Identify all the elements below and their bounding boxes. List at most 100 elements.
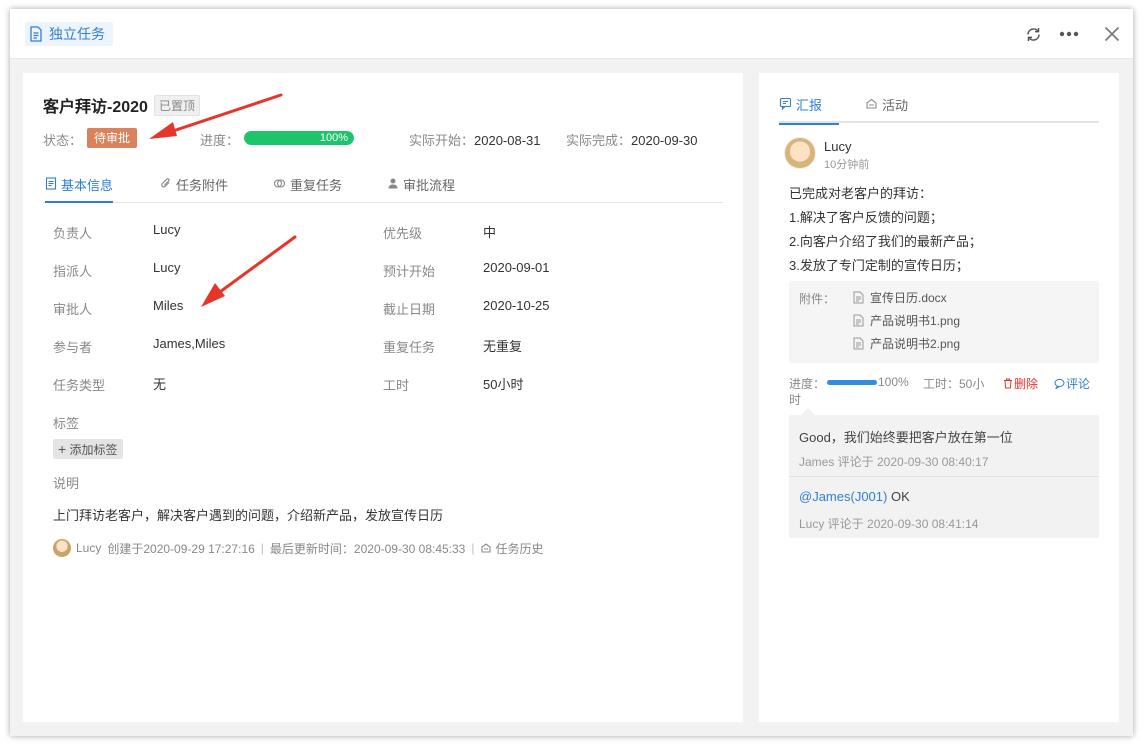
add-tag-label: 添加标签 [69,443,118,457]
actual-end: 实际完成：2020-09-30 [566,130,698,149]
assigner-label: 指派人 [53,264,93,279]
hours-value[interactable]: 50小时 [483,374,523,393]
tab-report-label: 汇报 [796,98,823,113]
close-icon[interactable] [1101,23,1123,45]
actual-end-label: 实际完成： [566,133,632,148]
tab-repeat-label: 重复任务 [290,178,343,193]
created-time: 创建于2020-09-29 17:27:16 [107,541,255,556]
progress-bar: 100% [244,131,354,145]
task-detail-window: 独立任务 客户拜访-2020 已置顶 状态： 待审批 进度： 100% 实际开始… [10,9,1133,736]
delete-button[interactable]: 删除 [1003,375,1038,392]
report-meta: 进度： 100% 工时：50小 时 删除 评论 [789,373,1099,409]
report-icon [779,97,792,110]
separator: | [471,541,475,555]
add-tag-button[interactable]: + 添加标签 [53,439,123,459]
planned-start-value[interactable]: 2020-09-01 [483,260,550,275]
comment-icon [1054,378,1065,389]
comment-button[interactable]: 评论 [1054,375,1090,392]
report-time: 10分钟前 [824,159,870,171]
comment-label: 评论 [1066,377,1091,391]
title-row: 客户拜访-2020 已置顶 [43,93,200,117]
task-history-link[interactable]: 任务历史 [480,540,544,557]
task-info-panel: 客户拜访-2020 已置顶 状态： 待审批 进度： 100% 实际开始：2020… [23,73,743,722]
attachment-item[interactable]: 产品说明书1.png [853,312,960,329]
tab-approval[interactable]: 审批流程 [387,175,455,203]
report-line: 1.解决了客户反馈的问题； [789,210,943,225]
task-type-label: 独立任务 [49,26,105,42]
pinned-badge: 已置顶 [153,94,200,116]
report-line: 3.发放了专门定制的宣传日历； [789,258,969,273]
active-tab-indicator [779,123,839,125]
report-hours-wrap: 时 [789,393,802,407]
repeat-icon [273,179,286,188]
refresh-icon[interactable] [1022,23,1044,45]
report-line: 已完成对老客户的拜访： [789,186,933,201]
tab-basic-info[interactable]: 基本信息 [45,175,114,203]
task-meta: Lucy 创建于2020-09-29 17:27:16 | 最后更新时间：202… [53,539,544,557]
actual-start: 实际开始：2020-08-31 [409,130,541,149]
detail-tabs: 基本信息 任务附件 重复任务 审批流程 [43,169,723,203]
comment-author: James 评论于 2020-09-30 08:40:17 [799,455,989,469]
activity-icon [866,98,877,109]
status-row: 状态： 待审批 进度： 100% 实际开始：2020-08-31 实际完成：20… [43,128,733,148]
status-tag: 待审批 [87,128,138,148]
priority-value[interactable]: 中 [483,222,496,241]
report-panel: 汇报 活动 Lucy 10分钟前 已完成对老客户的拜访： 1.解决了客户反馈的问… [759,73,1119,722]
tab-attachments[interactable]: 任务附件 [160,175,228,203]
attachments-box: 附件： 宣传日历.docx 产品说明书1.png 产品说明书2.png [789,281,1099,363]
approver-label: 审批人 [53,302,93,317]
attachment-item[interactable]: 宣传日历.docx [853,289,947,306]
creator-name: Lucy [76,541,102,555]
trash-icon [1004,378,1012,389]
repeat-value[interactable]: 无重复 [483,336,522,355]
report-progress-fill [827,380,877,385]
more-icon[interactable] [1058,23,1080,45]
tab-repeat[interactable]: 重复任务 [273,175,342,203]
top-bar: 独立任务 [10,9,1133,59]
history-icon [481,543,492,553]
comment-text: @James(J001) OK [799,489,910,504]
owner-label: 负责人 [53,226,93,241]
task-type-badge[interactable]: 独立任务 [25,22,113,46]
report-hours: 工时：50小 [923,377,985,391]
delete-label: 删除 [1014,377,1039,391]
plus-icon: + [58,441,67,457]
file-icon [853,337,864,350]
document-icon [30,26,42,42]
report-line: 2.向客户介绍了我们的最新产品； [789,234,982,249]
tab-basic-info-label: 基本信息 [61,178,114,193]
hours-label: 工时 [383,378,410,393]
progress-text: 100% [319,132,348,144]
tab-report[interactable]: 汇报 [779,95,822,123]
status-label: 状态： [43,133,83,148]
actual-end-value: 2020-09-30 [631,133,698,148]
updated-time: 最后更新时间：2020-09-30 08:45:33 [269,541,466,556]
reporter-avatar [784,137,816,169]
repeat-label: 重复任务 [383,340,436,355]
participants-label: 参与者 [53,340,93,355]
attachment-name: 产品说明书1.png [870,314,961,328]
divider [789,476,1099,477]
report-progress-text: 100% [878,375,909,389]
attachment-name: 宣传日历.docx [870,291,947,305]
tags-label: 标签 [53,416,80,431]
attachments-label: 附件： [799,292,836,306]
attachment-item[interactable]: 产品说明书2.png [853,335,960,352]
comment-author: Lucy 评论于 2020-09-30 08:41:14 [799,517,979,531]
deadline-label: 截止日期 [383,302,436,317]
user-icon [388,178,398,189]
comment-body: OK [887,489,910,504]
task-history-label: 任务历史 [495,541,544,556]
participants-value[interactable]: James,Miles [153,336,225,351]
deadline-value[interactable]: 2020-10-25 [483,298,550,313]
description-label: 说明 [53,476,80,491]
comments-box: Good，我们始终要把客户放在第一位 James 评论于 2020-09-30 … [789,408,1099,538]
assigner-value[interactable]: Lucy [153,260,180,275]
document-icon [45,177,57,190]
approver-value[interactable]: Miles [153,298,183,313]
report-progress-label: 进度： [789,377,826,391]
task-type-field-value[interactable]: 无 [153,374,166,393]
tab-activity[interactable]: 活动 [865,95,908,123]
owner-value[interactable]: Lucy [153,222,180,237]
mention-link[interactable]: @James(J001) [799,489,887,504]
